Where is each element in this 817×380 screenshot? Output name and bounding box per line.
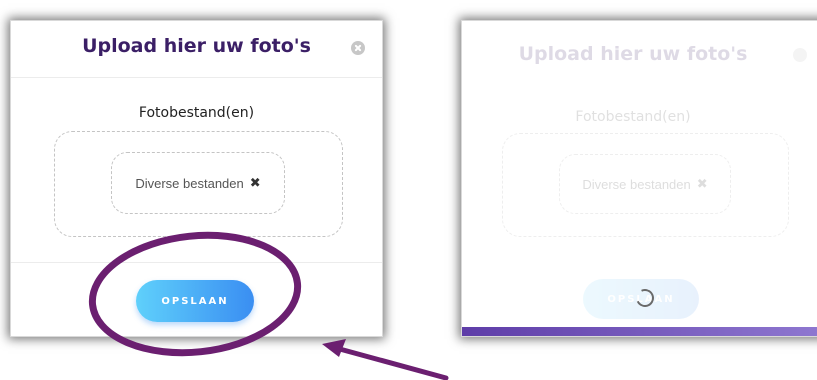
dialog-title: Upload hier uw foto's bbox=[82, 35, 311, 57]
file-chip-label: Diverse bestanden bbox=[582, 176, 691, 192]
file-dropzone[interactable]: Diverse bestanden ✖ bbox=[54, 131, 343, 237]
upload-progress-fill bbox=[462, 327, 817, 336]
annotation-arrow bbox=[333, 345, 449, 380]
save-button[interactable]: OPSLAAN bbox=[136, 280, 254, 322]
faded-dialog-content: Upload hier uw foto's Fotobestand(en) Di… bbox=[462, 21, 817, 336]
file-chip-label: Diverse bestanden bbox=[135, 175, 244, 191]
upload-dialog-saving: Upload hier uw foto's Fotobestand(en) Di… bbox=[461, 20, 817, 337]
screenshot-canvas: Upload hier uw foto's Fotobestand(en) Di… bbox=[0, 0, 817, 380]
dialog-header: Upload hier uw foto's bbox=[11, 21, 382, 78]
file-chip: Diverse bestanden ✖ bbox=[559, 154, 731, 214]
close-icon bbox=[793, 48, 807, 62]
remove-file-icon: ✖ bbox=[696, 176, 708, 192]
close-icon[interactable] bbox=[351, 41, 365, 55]
dialog-footer: OPSLAAN bbox=[11, 262, 382, 337]
file-chip: Diverse bestanden ✖ bbox=[111, 152, 285, 214]
annotation-arrow-head bbox=[322, 339, 346, 357]
remove-file-icon[interactable]: ✖ bbox=[250, 176, 261, 191]
upload-dialog-ready: Upload hier uw foto's Fotobestand(en) Di… bbox=[10, 20, 383, 337]
upload-progress-bar bbox=[462, 327, 817, 336]
photo-files-label: Fotobestand(en) bbox=[138, 105, 255, 121]
file-dropzone: Diverse bestanden ✖ bbox=[502, 133, 789, 237]
photo-files-label: Fotobestand(en) bbox=[575, 109, 691, 125]
dialog-title: Upload hier uw foto's bbox=[518, 43, 748, 65]
